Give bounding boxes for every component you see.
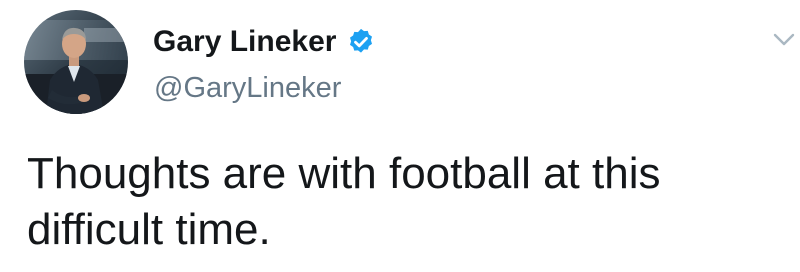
display-name-row: Gary Lineker — [153, 22, 376, 62]
tweet-text: Thoughts are with football at this diffi… — [27, 149, 661, 254]
verified-badge-icon — [346, 27, 376, 57]
user-handle[interactable]: @GaryLineker — [154, 72, 341, 105]
chevron-down-icon[interactable] — [772, 30, 796, 50]
display-name[interactable]: Gary Lineker — [153, 25, 336, 59]
avatar[interactable] — [24, 10, 128, 114]
tweet-card: Gary Lineker @GaryLineker Thoughts are w… — [0, 0, 800, 272]
